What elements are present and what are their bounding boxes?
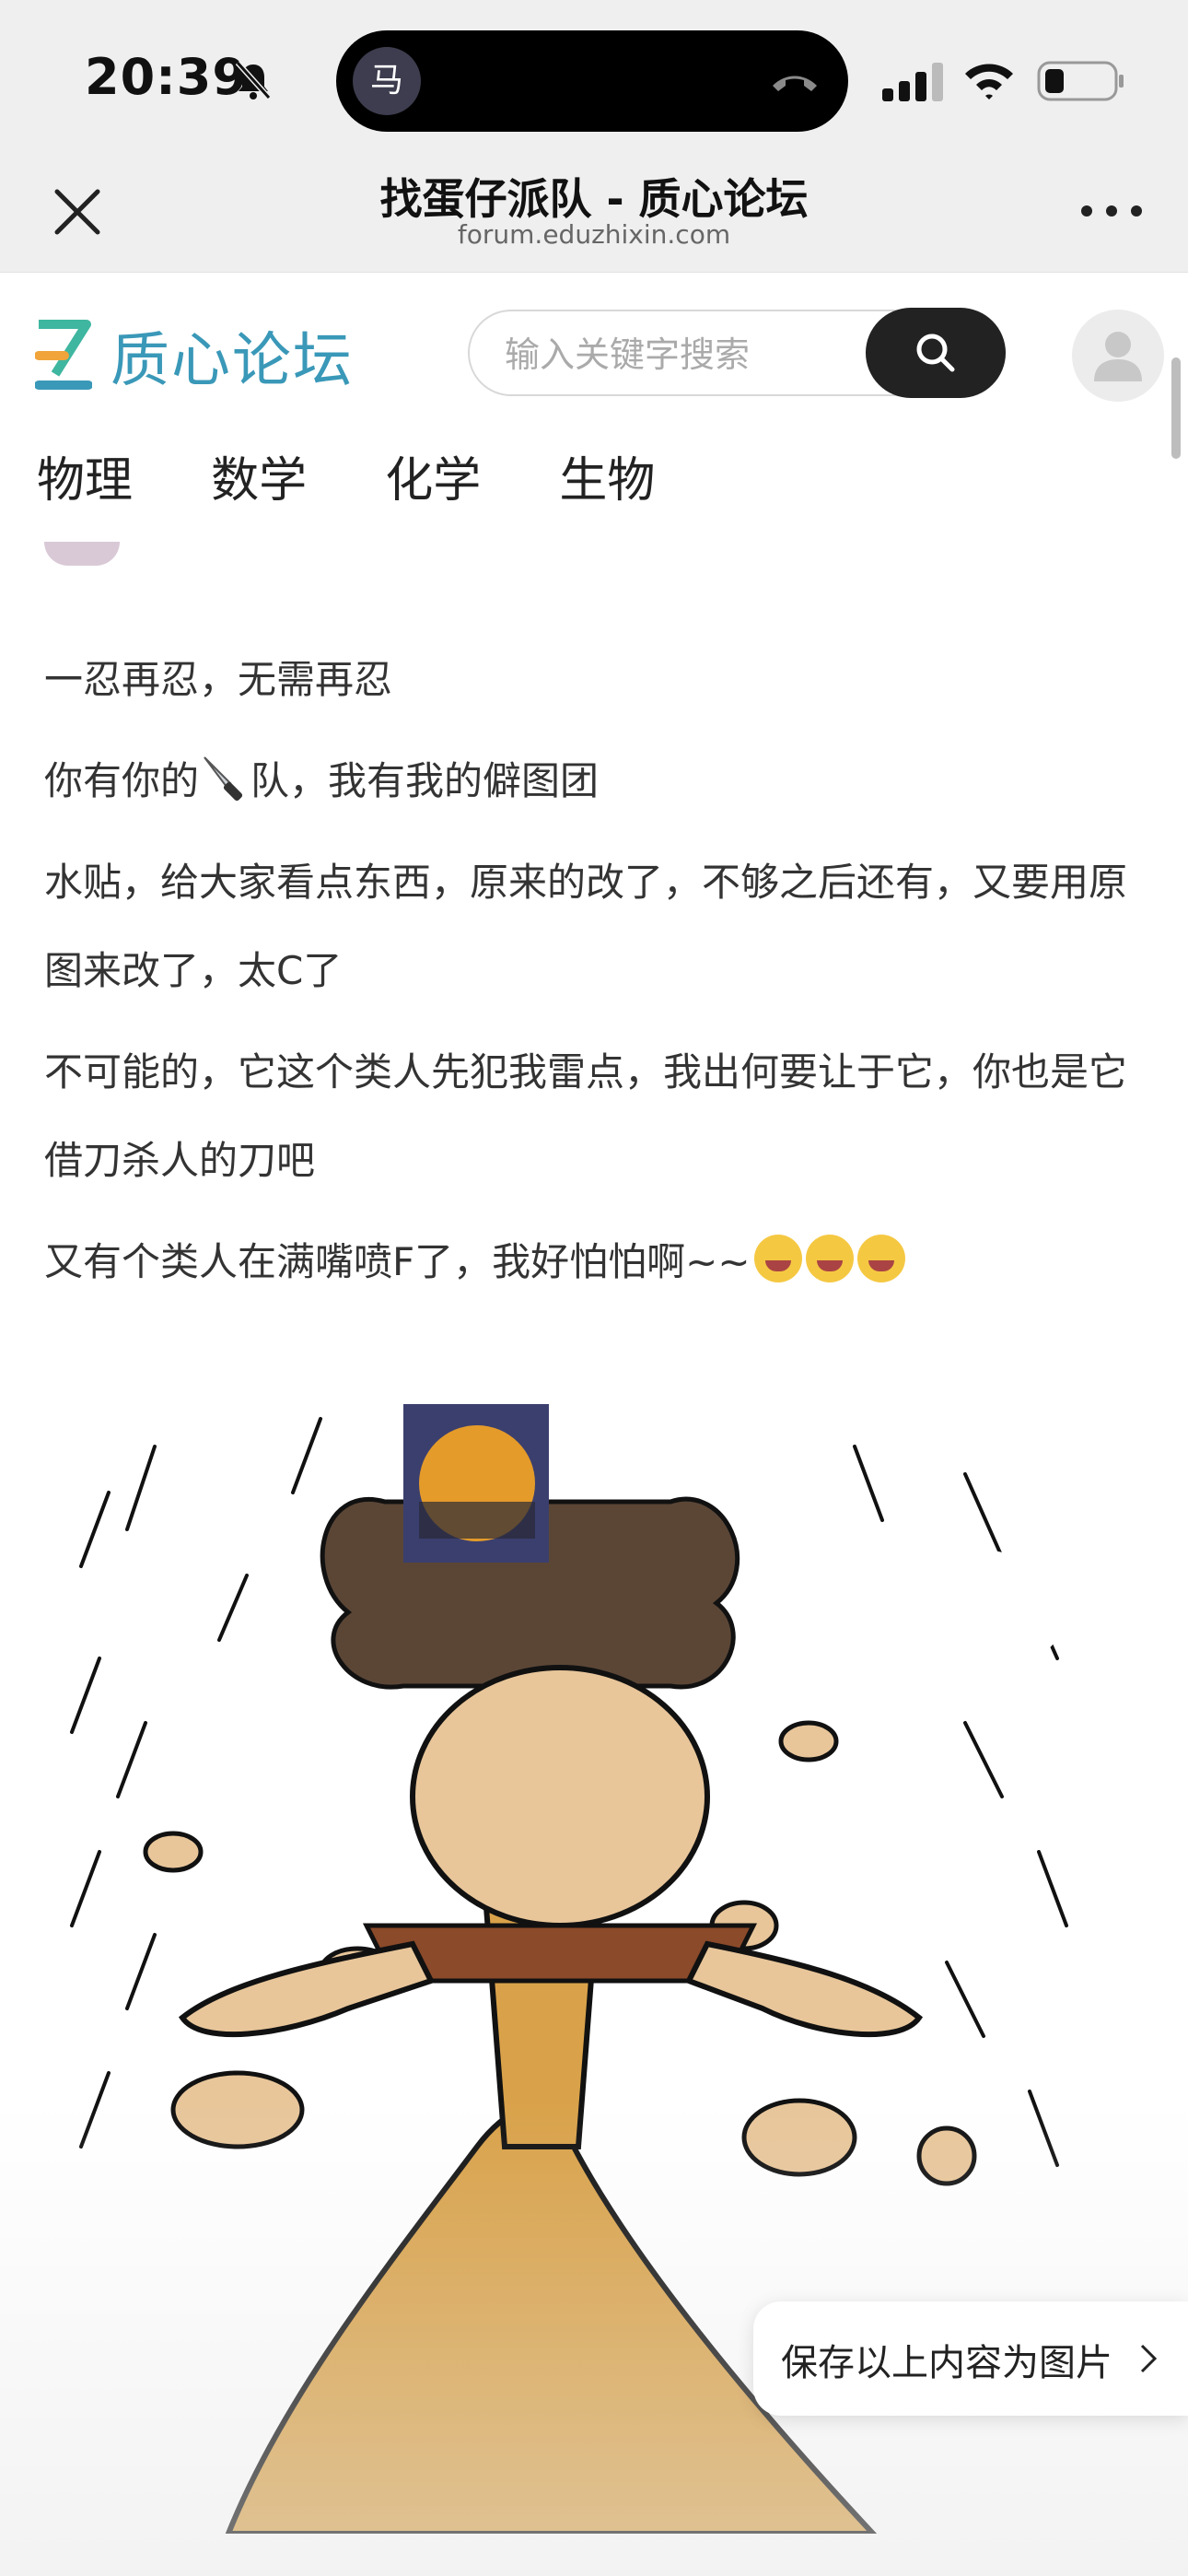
search-icon xyxy=(916,334,955,372)
laughing-emoji-icon xyxy=(856,1235,905,1282)
post-paragraph: 水贴，给大家看点东西，原来的改了，不够之后还有，又要用原图来改了，太C了 xyxy=(44,860,1128,993)
phone-end-icon xyxy=(773,76,817,91)
bell-muted-icon xyxy=(235,60,272,100)
subject-tabs: 物理 数学 化学 生物 xyxy=(37,444,728,518)
knife-emoji-icon xyxy=(204,756,243,802)
page-url: forum.eduzhixin.com xyxy=(457,219,731,250)
chevron-right-icon xyxy=(1140,2344,1158,2373)
save-as-image-button[interactable]: 保存以上内容为图片 xyxy=(753,2301,1188,2416)
user-icon xyxy=(1094,332,1142,381)
logo-icon[interactable] xyxy=(35,319,92,392)
tab-math[interactable]: 数学 xyxy=(211,444,307,518)
post-text: 队，我有我的僻图团 xyxy=(250,758,600,803)
scrollbar[interactable] xyxy=(1171,357,1181,459)
caller-avatar: 马 xyxy=(353,47,421,115)
site-header: 质心论坛 物理 数学 化学 生物 xyxy=(0,273,1188,540)
search-button[interactable] xyxy=(866,308,1006,398)
page-title: 找蛋仔派队 - 质心论坛 xyxy=(379,174,809,224)
logo-text[interactable]: 质心论坛 xyxy=(111,313,354,398)
post-paragraph: 又有个类人在满嘴喷F了，我好怕怕啊~~ xyxy=(44,1218,1149,1306)
laughing-emoji-icon xyxy=(753,1235,802,1282)
user-avatar[interactable] xyxy=(1072,310,1164,402)
signal-icon xyxy=(882,63,943,101)
status-bar: 20:39 马 xyxy=(0,0,1188,157)
laughing-emoji-icon xyxy=(805,1235,854,1282)
tab-physics[interactable]: 物理 xyxy=(37,444,133,518)
post-paragraph: 一忍再忍，无需再忍 xyxy=(44,657,393,702)
post-text: 又有个类人在满嘴喷F了，我好怕怕啊~~ xyxy=(44,1239,751,1284)
post-paragraph: 你有你的 队，我有我的僻图团 xyxy=(44,737,1149,825)
webview-nav-bar: 找蛋仔派队 - 质心论坛 forum.eduzhixin.com xyxy=(0,157,1188,273)
tab-biology[interactable]: 生物 xyxy=(559,444,655,518)
wifi-icon xyxy=(965,64,1013,100)
status-time: 20:39 xyxy=(85,48,248,106)
more-icon[interactable] xyxy=(1079,197,1144,225)
tab-chemistry[interactable]: 化学 xyxy=(385,444,481,518)
post-paragraph: 不可能的，它这个类人先犯我雷点，我出何要让于它，你也是它借刀杀人的刀吧 xyxy=(44,1049,1128,1183)
save-as-image-label: 保存以上内容为图片 xyxy=(781,2342,1112,2384)
search-input[interactable] xyxy=(503,328,856,381)
post-content: 一忍再忍，无需再忍 你有你的 队，我有我的僻图团 水贴，给大家看点东西，原来的改了… xyxy=(44,636,1149,1319)
author-avatar[interactable] xyxy=(44,542,120,566)
post-text: 你有你的 xyxy=(44,758,200,803)
battery-icon xyxy=(1037,61,1124,101)
dynamic-island[interactable]: 马 xyxy=(336,30,848,132)
